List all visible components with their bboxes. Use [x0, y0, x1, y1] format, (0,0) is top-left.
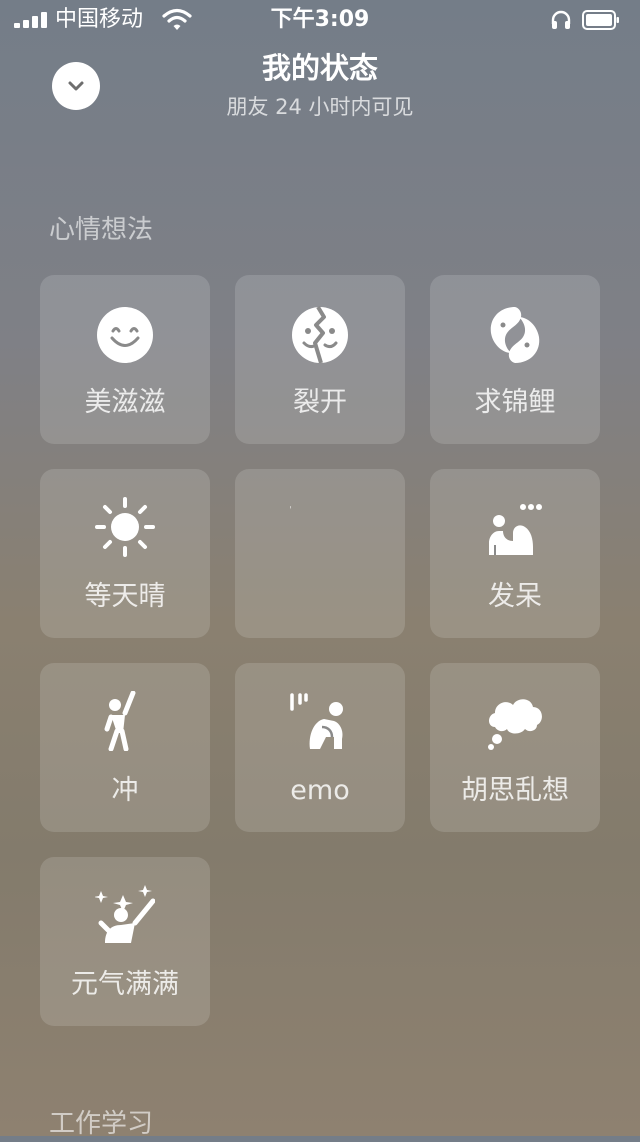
mood-label: 发呆: [488, 581, 542, 612]
mood-tile-fadai[interactable]: 发呆: [430, 469, 600, 638]
mood-label: 美滋滋: [84, 387, 166, 418]
section-title-mood: 心情想法: [49, 215, 154, 245]
mood-label: 元气满满: [71, 969, 179, 1000]
page-subtitle: 朋友 24 小时内可见: [226, 95, 414, 119]
mood-tile-meizizi[interactable]: 美滋滋: [40, 275, 210, 444]
mood-tile-husiluanxiang[interactable]: 胡思乱想: [430, 663, 600, 832]
mood-label: 胡思乱想: [461, 775, 569, 806]
koi-icon: [490, 307, 540, 363]
mood-tile-chong[interactable]: 冲: [40, 663, 210, 832]
mood-tile-blank[interactable]: [235, 469, 405, 638]
cracked-face-icon: [292, 305, 348, 363]
status-time: 下午3:09: [270, 7, 370, 32]
sad-person-icon: [290, 693, 343, 749]
cheer-person-icon: [104, 691, 136, 751]
thought-cloud-icon: [488, 699, 542, 750]
mood-label: 等天晴: [84, 581, 166, 612]
battery-icon: [582, 10, 619, 30]
mood-label: emo: [290, 775, 350, 806]
energetic-person-icon: [95, 885, 155, 943]
mood-label: 裂开: [293, 387, 347, 418]
mood-tile-qiujinli[interactable]: 求锦鲤: [430, 275, 600, 444]
daze-icon: [489, 504, 542, 555]
mood-label: 冲: [111, 775, 139, 806]
mood-tile-dengtianqing[interactable]: 等天晴: [40, 469, 210, 638]
sun-icon: [95, 497, 155, 557]
mood-label: 求锦鲤: [474, 387, 556, 418]
mood-tile-emo[interactable]: emo: [235, 663, 405, 832]
mood-tile-yuanqimanman[interactable]: 元气满满: [40, 857, 210, 1026]
mood-tile-liekai[interactable]: 裂开: [235, 275, 405, 444]
blank-icon: [290, 506, 291, 510]
headphone-icon: [551, 10, 571, 29]
smile-icon: [97, 307, 153, 363]
section-title-work: 工作学习: [49, 1109, 154, 1139]
page-title: 我的状态: [261, 51, 378, 85]
status-bar: 中国移动 下午3:09: [0, 0, 640, 40]
